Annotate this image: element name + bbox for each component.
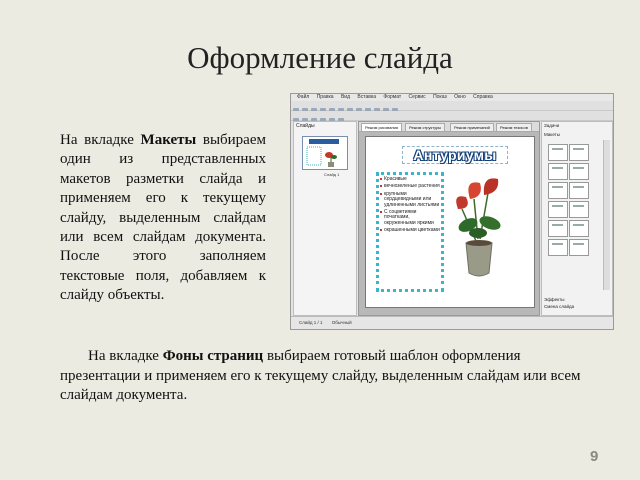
menu-item[interactable]: Вставка [357,94,376,100]
layout-option[interactable] [569,220,589,237]
slide-text-box[interactable]: Красивые вечнозеленые растения крупными … [376,172,444,292]
layout-option[interactable] [548,220,568,237]
slide-heading: Антуриумы [413,147,497,163]
layout-option[interactable] [569,201,589,218]
slide-bullet: окрашенными цветками [379,227,441,233]
standard-toolbar [291,101,613,114]
slide-bullet: С соцветиями початками, окруженными ярки… [379,209,441,226]
tab-handout-view[interactable]: Режим тезисов [496,123,532,132]
menu-item[interactable]: Показ [433,94,447,100]
view-tabs: Режим рисования Режим структуры Режим пр… [359,122,539,132]
slide-canvas[interactable]: Антуриумы Красивые вечнозеленые растения… [365,136,535,308]
bottom-paragraph: На вкладке Фоны страниц выбираем готовый… [60,347,600,406]
bottom-paragraph-text-start: На вкладке [88,348,163,364]
layout-option[interactable] [548,182,568,199]
layout-option[interactable] [548,144,568,161]
tab-drawing-view[interactable]: Режим рисования [361,123,403,132]
layout-option[interactable] [569,239,589,256]
anthurium-image[interactable] [448,169,510,281]
slide-editor: Режим рисования Режим структуры Режим пр… [358,121,540,316]
tab-notes-view[interactable]: Режим примечаний [450,123,494,132]
left-paragraph-text-end: выбираем один из представленных макетов … [60,132,266,304]
slides-pane-title: Слайды [296,123,315,129]
menu-item[interactable]: Вид [341,94,350,100]
menu-bar: Файл Правка Вид Вставка Формат Сервис По… [291,94,613,101]
layouts-grid [548,144,592,258]
tab-outline-view[interactable]: Режим структуры [405,123,446,132]
layout-option[interactable] [569,144,589,161]
impress-screenshot: Файл Правка Вид Вставка Формат Сервис По… [290,93,614,330]
layout-option[interactable] [548,163,568,180]
menu-item[interactable]: Правка [317,94,334,100]
slide-thumbnail[interactable] [302,136,348,170]
layouts-section-title[interactable]: Макеты [542,131,612,138]
left-paragraph-bold-term: Макеты [140,132,197,148]
transition-section[interactable]: Смена слайда [542,303,576,310]
tasks-pane-title: Задачи [544,123,560,128]
page-title: Оформление слайда [187,40,453,75]
tasks-pane: Задачи Макеты Эффекты Смена слайда [541,121,613,316]
slide-bullet: вечнозеленые растения [379,183,441,189]
menu-item[interactable]: Окно [454,94,466,100]
format-toolbar [291,111,613,124]
tasks-scrollbar[interactable] [603,140,610,290]
left-paragraph-text-start: На вкладке [60,132,141,148]
menu-item[interactable]: Файл [297,94,309,100]
thumbnail-caption: Слайд 1 [324,172,340,177]
effects-section[interactable]: Эффекты [542,296,566,303]
left-paragraph: На вкладке Макеты выбираем один из предс… [60,131,266,306]
status-layout: Обычный [331,320,352,325]
status-bar: Слайд 1 / 1 Обычный [291,316,613,329]
menu-item[interactable]: Сервис [409,94,426,100]
slide-heading-box[interactable]: Антуриумы [402,146,508,164]
thumbnail-preview [306,139,339,167]
status-slide-count: Слайд 1 / 1 [299,320,323,325]
slides-pane: Слайды Слайд 1 [293,121,357,316]
layout-option[interactable] [569,163,589,180]
slide-bullet: Красивые [379,176,441,182]
layout-option[interactable] [548,239,568,256]
bottom-paragraph-bold-term: Фоны страниц [162,348,264,364]
layout-option[interactable] [548,201,568,218]
menu-item[interactable]: Формат [383,94,401,100]
page-number: 9 [590,448,599,465]
slide-bullet: крупными сердцевидными или удлиненными л… [379,191,441,208]
menu-item[interactable]: Справка [473,94,493,100]
layout-option[interactable] [569,182,589,199]
